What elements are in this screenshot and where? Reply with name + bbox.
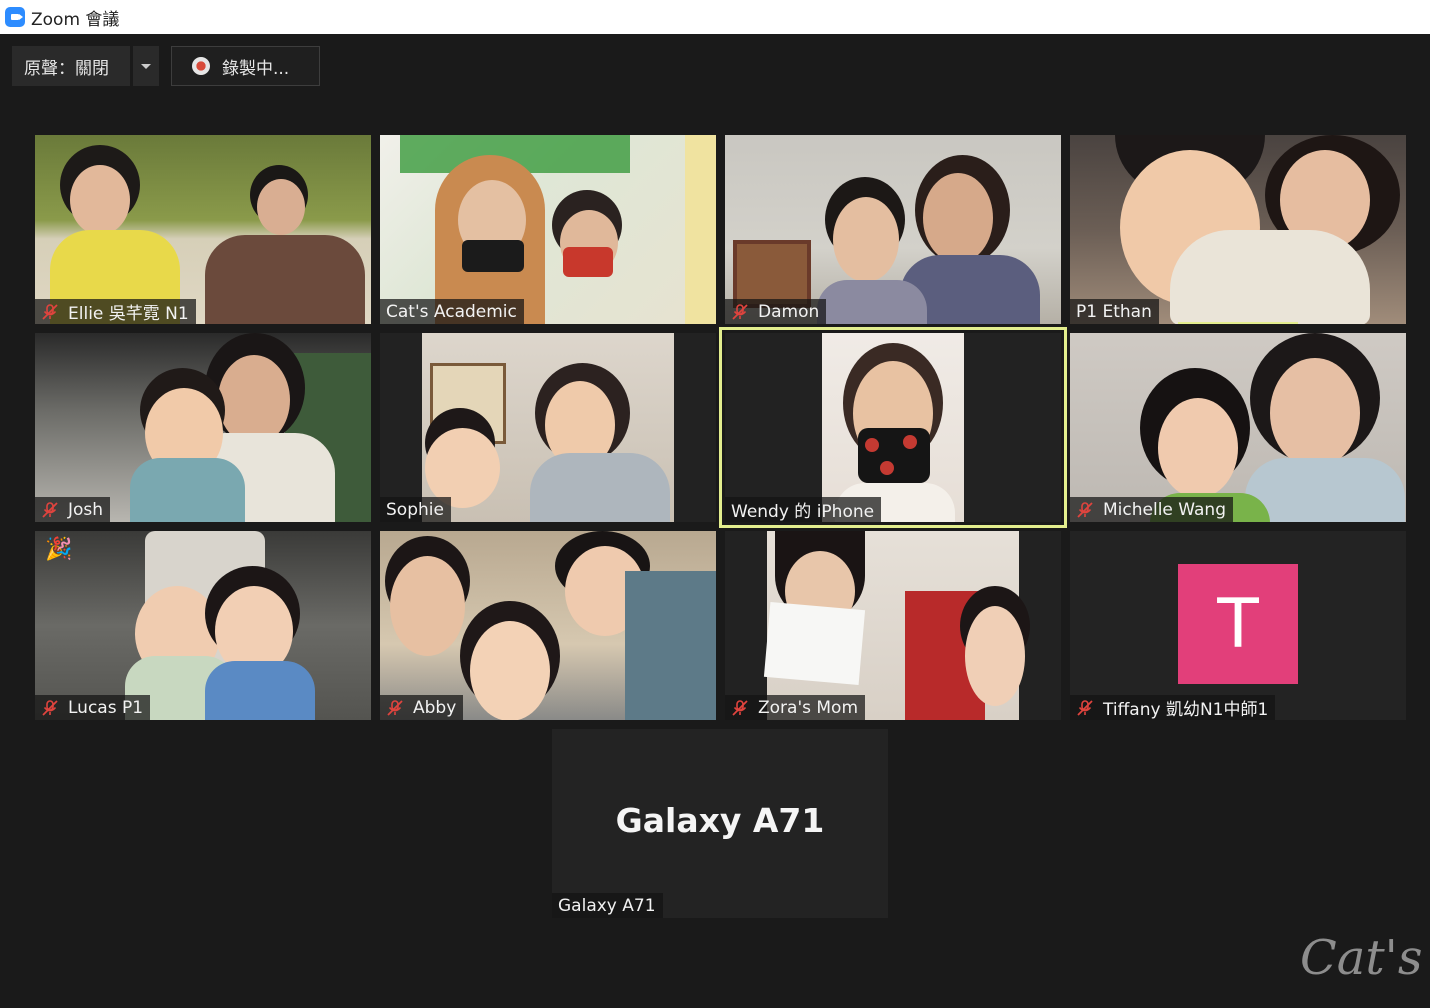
video-tile[interactable]: Galaxy A71 Galaxy A71 [552, 729, 888, 918]
participant-video [380, 333, 716, 522]
video-tile[interactable]: Zora's Mom [725, 531, 1061, 720]
participant-video [380, 135, 716, 324]
recording-label: 錄製中... [222, 58, 290, 79]
participant-video: 🎉 [35, 531, 371, 720]
participant-name: Sophie [386, 499, 444, 520]
participant-name: P1 Ethan [1076, 301, 1152, 322]
video-tile[interactable]: Cat's Academic [380, 135, 716, 324]
participant-video [725, 531, 1061, 720]
participant-nameplate: Abby [380, 695, 464, 720]
participant-name: Abby [413, 697, 457, 718]
watermark-logo: Cat's [1300, 930, 1423, 986]
participant-name: Lucas P1 [68, 697, 144, 718]
original-sound-button[interactable]: 原聲：關閉 [12, 46, 130, 86]
microphone-muted-icon [1077, 501, 1093, 518]
video-tile[interactable]: Damon [725, 135, 1061, 324]
participant-video [35, 333, 371, 522]
participant-display-name: Galaxy A71 [615, 801, 825, 840]
original-sound-dropdown-button[interactable] [133, 46, 159, 86]
video-tile[interactable]: P1 Ethan [1070, 135, 1406, 324]
participant-name: Damon [758, 301, 820, 322]
zoom-camera-icon [5, 7, 25, 27]
microphone-muted-icon [732, 699, 748, 716]
microphone-muted-icon [42, 699, 58, 716]
participant-name: Galaxy A71 [558, 895, 656, 916]
participant-nameplate: Tiffany 凱幼N1中師1 [1070, 695, 1276, 720]
video-tile[interactable]: Josh [35, 333, 371, 522]
participant-nameplate: Galaxy A71 [552, 893, 663, 918]
title-bar: Zoom 會議 [0, 0, 1430, 34]
microphone-muted-icon [42, 501, 58, 518]
recording-indicator-button[interactable]: 錄製中... [171, 46, 320, 86]
participant-video [1070, 333, 1406, 522]
participant-name: Wendy 的 iPhone [731, 502, 875, 522]
participant-nameplate: Sophie [380, 497, 451, 522]
microphone-muted-icon [42, 303, 58, 320]
participant-nameplate: Michelle Wang [1070, 497, 1233, 522]
participant-video [380, 531, 716, 720]
participant-video [725, 135, 1061, 324]
video-tile[interactable]: Michelle Wang [1070, 333, 1406, 522]
video-tile-active-speaker[interactable]: Wendy 的 iPhone [719, 327, 1067, 528]
video-tile[interactable]: Abby [380, 531, 716, 720]
avatar: T [1178, 564, 1298, 684]
participant-name: Zora's Mom [758, 697, 859, 718]
window-title: Zoom 會議 [31, 9, 120, 30]
participant-nameplate: Ellie 吳芊霓 N1 [35, 299, 196, 324]
participant-nameplate: Wendy 的 iPhone [725, 497, 882, 522]
microphone-muted-icon [387, 699, 403, 716]
microphone-muted-icon [1077, 699, 1093, 716]
participant-nameplate: Lucas P1 [35, 695, 151, 720]
video-tile[interactable]: Sophie [380, 333, 716, 522]
participant-name: Michelle Wang [1103, 499, 1226, 520]
microphone-muted-icon [732, 303, 748, 320]
video-tile[interactable]: Ellie 吳芊霓 N1 [35, 135, 371, 324]
participant-nameplate: Cat's Academic [380, 299, 524, 324]
video-tile[interactable]: T Tiffany 凱幼N1中師1 [1070, 531, 1406, 720]
participant-name: Tiffany 凱幼N1中師1 [1103, 700, 1269, 720]
participant-name: Ellie 吳芊霓 N1 [68, 304, 189, 324]
participant-name: Cat's Academic [386, 301, 517, 322]
participant-video [1070, 135, 1406, 324]
video-tile[interactable]: 🎉 Lucas P1 [35, 531, 371, 720]
participant-nameplate: P1 Ethan [1070, 299, 1159, 324]
participant-nameplate: Damon [725, 299, 827, 324]
chevron-down-icon [141, 63, 151, 69]
participant-nameplate: Josh [35, 497, 111, 522]
participant-video [35, 135, 371, 324]
party-popper-icon: 🎉 [45, 537, 73, 562]
record-icon [192, 57, 210, 75]
participant-name: Josh [68, 499, 104, 520]
participant-nameplate: Zora's Mom [725, 695, 866, 720]
original-sound-label: 原聲：關閉 [24, 58, 109, 79]
participant-video [725, 333, 1061, 522]
